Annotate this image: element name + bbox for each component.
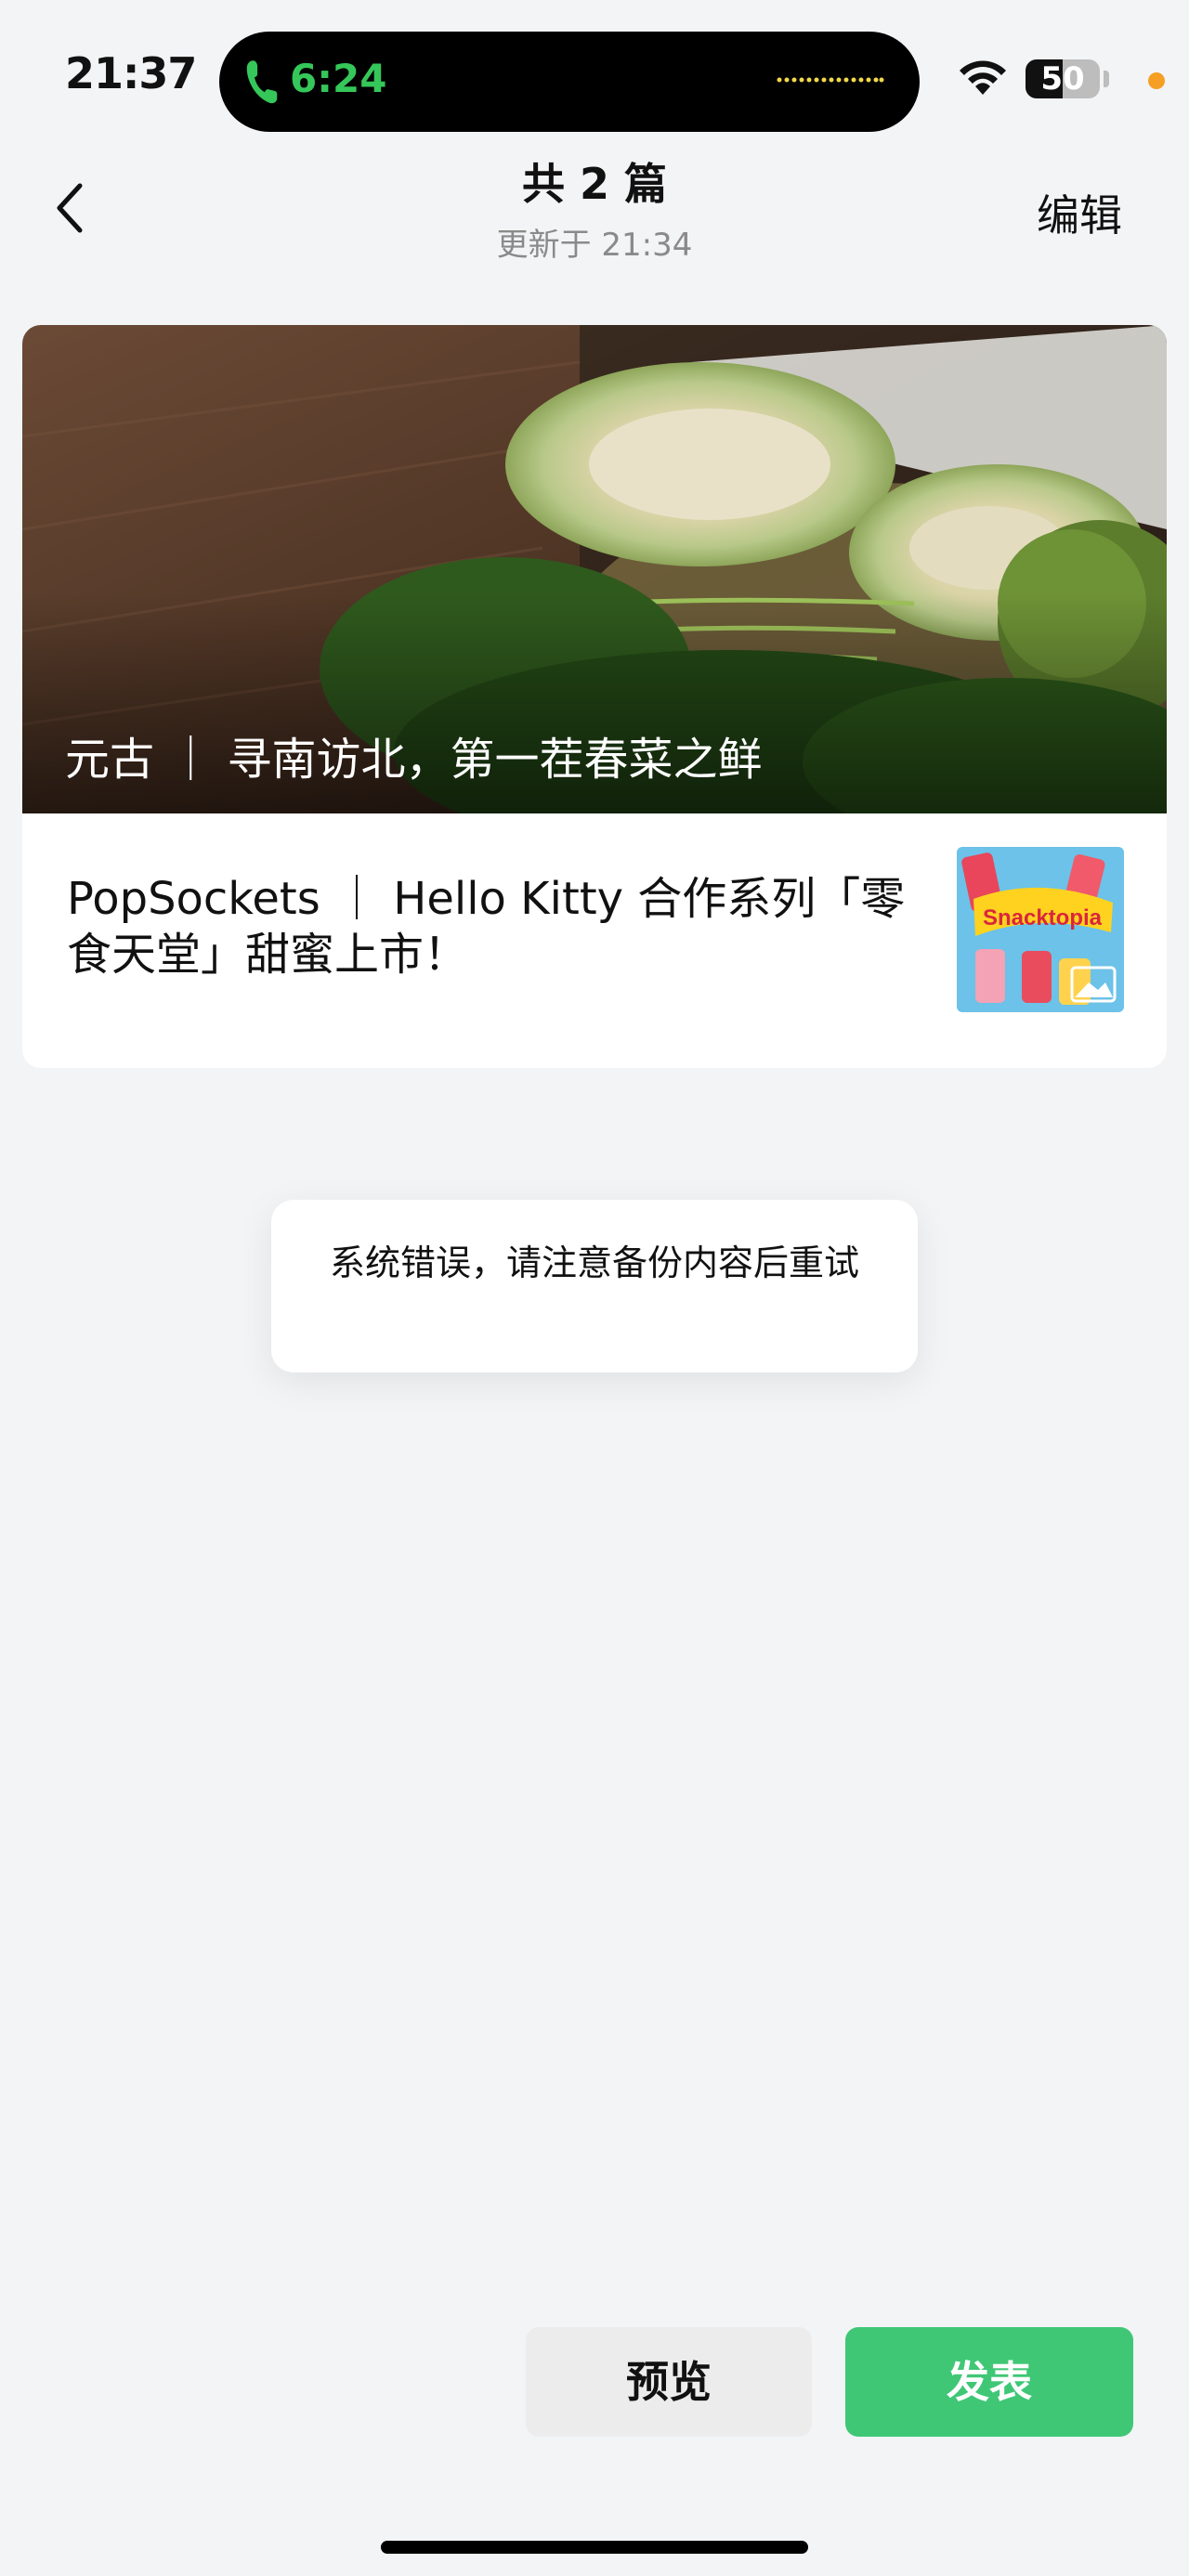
cover-article-title: 元古 ｜ 寻南访北，第一茬春菜之鲜 xyxy=(65,734,763,786)
error-toast: 系统错误，请注意备份内容后重试 xyxy=(271,1200,918,1373)
edit-button[interactable]: 编辑 xyxy=(1037,182,1122,243)
call-timer: 6:24 xyxy=(290,56,387,101)
preview-button[interactable]: 预览 xyxy=(526,2327,812,2437)
status-time: 21:37 xyxy=(65,48,197,98)
battery-cap xyxy=(1104,71,1109,87)
cover-article[interactable]: 元古 ｜ 寻南访北，第一茬春菜之鲜 xyxy=(22,325,1167,854)
home-indicator[interactable] xyxy=(381,2541,808,2554)
article-thumbnail[interactable]: Snacktopia xyxy=(957,847,1124,1012)
wifi-icon xyxy=(960,60,1006,95)
phone-icon xyxy=(246,60,278,104)
audio-waveform-icon xyxy=(777,77,884,83)
thumbnail-brand-text: Snacktopia xyxy=(983,905,1103,930)
article-group-card: 元古 ｜ 寻南访北，第一茬春菜之鲜 PopSockets ｜ Hello Kit… xyxy=(22,325,1167,1068)
battery-percent: 50 xyxy=(1040,60,1085,98)
article-title[interactable]: PopSockets ｜ Hello Kitty 合作系列「零食天堂」甜蜜上市！ xyxy=(67,871,931,982)
privacy-dot-indicator xyxy=(1148,72,1165,89)
error-toast-message: 系统错误，请注意备份内容后重试 xyxy=(329,1242,859,1283)
thumbnail-image: Snacktopia xyxy=(957,847,1124,1012)
battery-icon: 50 xyxy=(1026,59,1100,98)
page-title: 共 2 篇 xyxy=(521,159,668,209)
updated-time-label: 更新于 21:34 xyxy=(496,227,693,264)
publish-button[interactable]: 发表 xyxy=(845,2327,1133,2437)
